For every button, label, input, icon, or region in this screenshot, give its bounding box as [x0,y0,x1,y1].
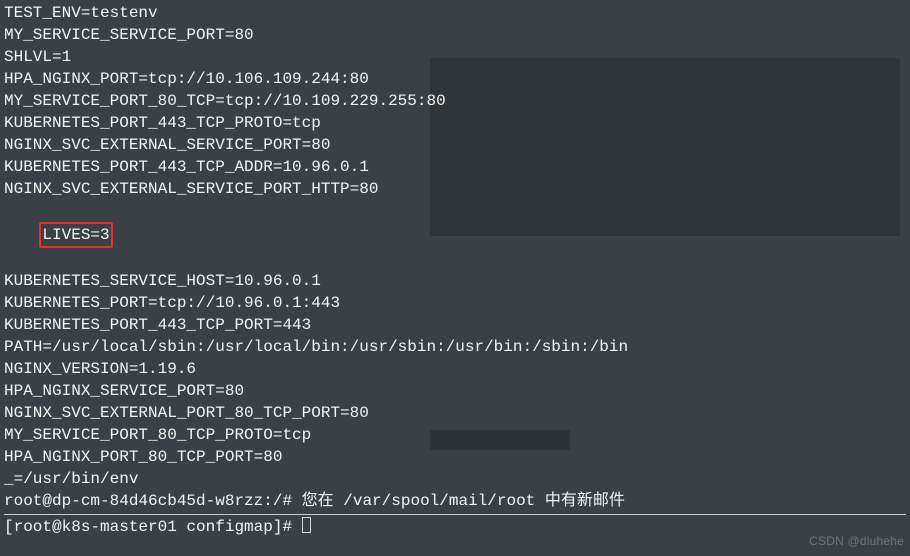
env-line: _=/usr/bin/env [4,468,906,490]
env-line: KUBERNETES_PORT=tcp://10.96.0.1:443 [4,292,906,314]
env-line: KUBERNETES_PORT_443_TCP_PORT=443 [4,314,906,336]
env-line: TEST_ENV=testenv [4,2,906,24]
env-line: SHLVL=1 [4,46,906,68]
highlight-box: LIVES=3 [39,222,112,248]
env-line: PATH=/usr/local/sbin:/usr/local/bin:/usr… [4,336,906,358]
env-line: NGINX_VERSION=1.19.6 [4,358,906,380]
cursor-icon [302,517,311,533]
env-line: HPA_NGINX_PORT=tcp://10.106.109.244:80 [4,68,906,90]
env-line: MY_SERVICE_PORT_80_TCP=tcp://10.109.229.… [4,90,906,112]
divider [4,514,906,515]
shell-prompt: [root@k8s-master01 configmap]# [4,518,302,536]
env-line: KUBERNETES_SERVICE_HOST=10.96.0.1 [4,270,906,292]
watermark: CSDN @dluhehe [809,530,904,552]
env-line: NGINX_SVC_EXTERNAL_SERVICE_PORT_HTTP=80 [4,178,906,200]
env-line-highlighted: LIVES=3 [4,200,906,270]
env-line: KUBERNETES_PORT_443_TCP_PROTO=tcp [4,112,906,134]
shell-prompt-line[interactable]: [root@k8s-master01 configmap]# [4,516,906,538]
env-line: NGINX_SVC_EXTERNAL_PORT_80_TCP_PORT=80 [4,402,906,424]
env-line: MY_SERVICE_PORT_80_TCP_PROTO=tcp [4,424,906,446]
terminal-output[interactable]: TEST_ENV=testenv MY_SERVICE_SERVICE_PORT… [4,2,906,538]
env-line: NGINX_SVC_EXTERNAL_SERVICE_PORT=80 [4,134,906,156]
env-line: MY_SERVICE_SERVICE_PORT=80 [4,24,906,46]
env-line: KUBERNETES_PORT_443_TCP_ADDR=10.96.0.1 [4,156,906,178]
mail-notification: root@dp-cm-84d46cb45d-w8rzz:/# 您在 /var/s… [4,490,906,512]
env-line: HPA_NGINX_PORT_80_TCP_PORT=80 [4,446,906,468]
env-line: HPA_NGINX_SERVICE_PORT=80 [4,380,906,402]
